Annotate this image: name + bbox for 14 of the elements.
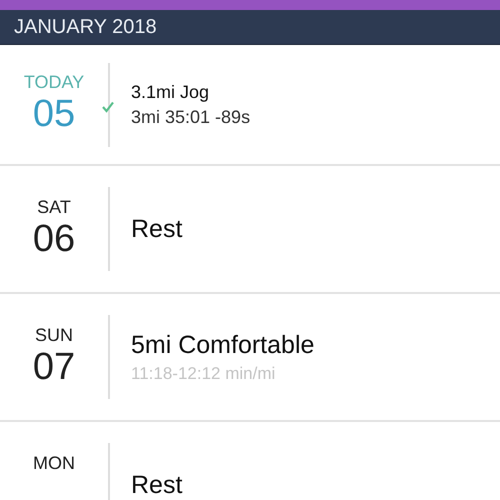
weekday-label: TODAY <box>24 72 84 94</box>
weekday-label: SAT <box>37 196 71 218</box>
date-number: 06 <box>32 218 76 262</box>
workout-title: Rest <box>131 214 182 244</box>
workout-title: 3.1mi Jog <box>131 82 210 102</box>
workout-title: Rest <box>131 470 182 500</box>
workout-title: 5mi Comfortable <box>131 330 314 360</box>
date-number: 05 <box>32 93 76 137</box>
workout-detail: 3mi 35:01 -89s <box>131 106 250 128</box>
month-header: JANUARY 2018 <box>14 16 157 38</box>
weekday-label: MON <box>33 452 75 474</box>
weekday-label: SUN <box>34 324 73 346</box>
workout-detail: 11:18-12:12 min/mi <box>131 364 276 384</box>
date-number: 07 <box>32 346 76 390</box>
